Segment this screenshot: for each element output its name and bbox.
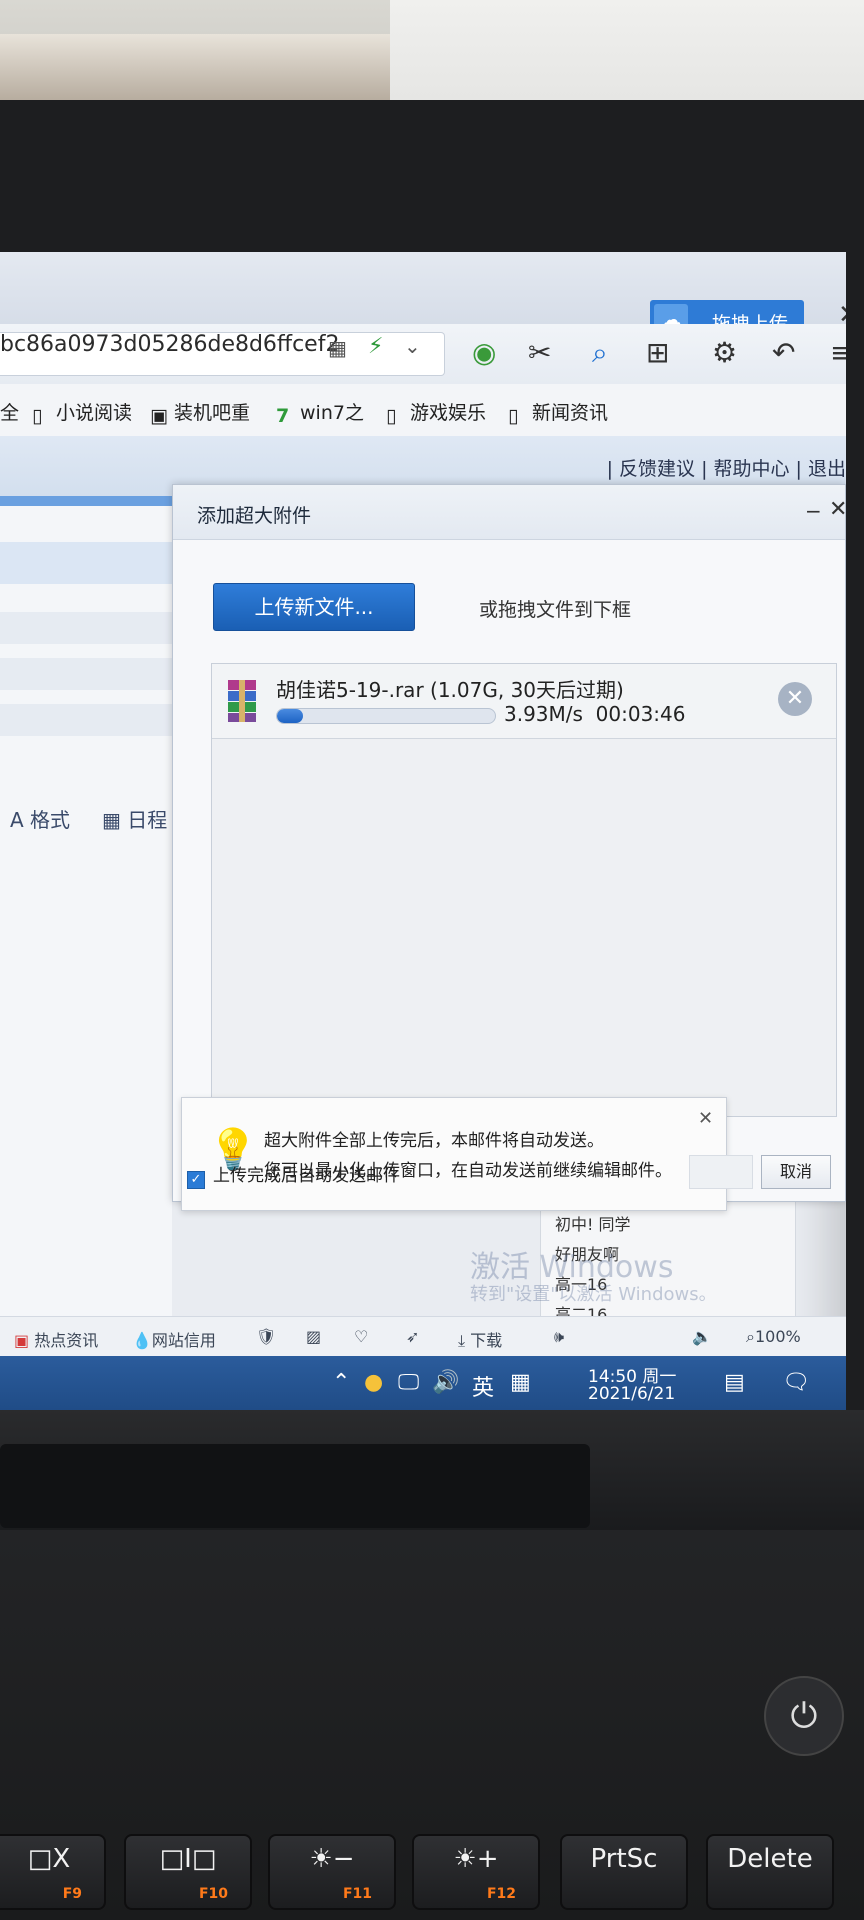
- network-icon[interactable]: 🖵: [398, 1370, 419, 1395]
- gear-icon[interactable]: ⚙: [712, 336, 737, 369]
- key-f11[interactable]: ☀− F11: [268, 1834, 396, 1910]
- bookmark-games[interactable]: ▯ 游戏娱乐: [386, 398, 486, 427]
- info-tooltip: 💡 ✕ 超大附件全部上传完后，本邮件将自动发送。 您可以最小化上传窗口，在自动发…: [181, 1097, 727, 1211]
- laptop-hinge: [0, 1410, 864, 1530]
- large-attachment-dialog: 添加超大附件 − ✕ 上传新文件... 或拖拽文件到下框 胡佳诺5-19-.ra…: [172, 484, 846, 1211]
- seven-icon: 7: [276, 405, 290, 427]
- file-row: 胡佳诺5-19-.rar (1.07G, 30天后过期) 3.93M/s 00:…: [212, 664, 836, 739]
- power-button-icon[interactable]: ⏻: [764, 1676, 844, 1756]
- volume-icon[interactable]: 🔈: [692, 1327, 712, 1346]
- page-icon: ▯: [508, 405, 519, 427]
- progress-fill: [277, 709, 304, 723]
- notes-icon[interactable]: ▤: [724, 1370, 745, 1395]
- schedule-button[interactable]: ▦ 日程: [102, 804, 167, 833]
- browser-statusbar: ▣ 热点资讯 💧网站信用 🛡 ▨ ♡ ➶ ⤓ 下载 🕪 🔈 ⌕100%: [0, 1316, 846, 1357]
- undo-icon[interactable]: ↶: [772, 336, 795, 369]
- page-icon: ▯: [386, 405, 397, 427]
- download-link[interactable]: ⤓ 下载: [458, 1327, 502, 1351]
- tip-line-1: 超大附件全部上传完后，本邮件将自动发送。: [264, 1131, 604, 1151]
- dialog-header: 添加超大附件 − ✕: [173, 485, 846, 540]
- header-links[interactable]: | 反馈建议 | 帮助中心 | 退出: [607, 454, 846, 481]
- background-wall: [0, 0, 864, 120]
- pane-row[interactable]: [0, 658, 172, 690]
- clock-date[interactable]: 2021/6/21: [588, 1384, 675, 1404]
- upload-progress-bar: [276, 708, 496, 724]
- page-icon: ▯: [32, 405, 43, 427]
- qr-code-icon[interactable]: ▦: [328, 336, 347, 360]
- key-f10[interactable]: □I□ F10: [124, 1834, 252, 1910]
- news-icon: ▣: [14, 1331, 35, 1350]
- laptop-screen: ☁ 拖拽上传 ✕ bc86a0973d05286de8d6ffcef2 ▦ ⚡ …: [0, 252, 846, 1414]
- lightning-icon[interactable]: ⚡: [368, 334, 383, 359]
- pane-row[interactable]: [0, 542, 172, 584]
- cancel-button[interactable]: 取消: [761, 1155, 831, 1189]
- notification-icon[interactable]: 🗨: [782, 1370, 810, 1395]
- url-text[interactable]: bc86a0973d05286de8d6ffcef2: [0, 332, 339, 357]
- bookmark-novel[interactable]: ▯ 小说阅读: [32, 398, 132, 427]
- auto-send-option[interactable]: ✓ 上传完成后自动发送邮件: [187, 1161, 400, 1189]
- heart-icon[interactable]: ♡: [354, 1327, 368, 1346]
- bookmark-news[interactable]: ▯ 新闻资讯: [508, 398, 608, 427]
- chevron-down-icon[interactable]: ⌄: [404, 334, 421, 358]
- image-icon[interactable]: ▨: [306, 1327, 321, 1346]
- mail-left-pane: [0, 496, 172, 1376]
- tip-close-icon[interactable]: ✕: [698, 1108, 713, 1129]
- grid-icon[interactable]: ⊞: [646, 336, 669, 369]
- volume-icon[interactable]: 🔊: [432, 1370, 459, 1395]
- upload-new-file-button[interactable]: 上传新文件...: [213, 583, 415, 631]
- bookmark-win7[interactable]: 7 win7之: [276, 398, 364, 427]
- archive-icon: [228, 680, 256, 722]
- keyboard-icon[interactable]: ▦: [510, 1370, 531, 1395]
- auto-send-checkbox[interactable]: ✓: [187, 1171, 205, 1189]
- file-drop-area[interactable]: 胡佳诺5-19-.rar (1.07G, 30天后过期) 3.93M/s 00:…: [211, 663, 837, 1117]
- calendar-icon: ▦: [102, 808, 128, 832]
- tray-expand-icon[interactable]: ⌃: [332, 1370, 350, 1395]
- scissors-icon[interactable]: ✂: [528, 336, 551, 369]
- zoom-level[interactable]: ⌕100%: [746, 1327, 801, 1347]
- dialog-title: 添加超大附件: [197, 505, 312, 527]
- bookmark-all[interactable]: 全: [0, 398, 19, 425]
- shield-icon[interactable]: 🛡: [256, 1327, 276, 1346]
- app-icon[interactable]: ◉: [472, 336, 496, 369]
- key-f12[interactable]: ☀+ F12: [412, 1834, 540, 1910]
- close-icon[interactable]: ✕: [829, 497, 846, 522]
- windows-watermark-sub: 转到"设置"以激活 Windows。: [470, 1284, 717, 1305]
- app-icon: ▣: [150, 405, 168, 427]
- font-icon: A: [10, 808, 31, 832]
- ime-indicator[interactable]: 英: [472, 1370, 494, 1402]
- menu-icon[interactable]: ≡: [830, 336, 846, 369]
- address-bar-row: bc86a0973d05286de8d6ffcef2 ▦ ⚡ ⌄ ◉ ✂ ⌕ ⊞…: [0, 324, 846, 384]
- key-prtsc[interactable]: PrtSc: [560, 1834, 688, 1910]
- speaker-icon[interactable]: 🕪: [554, 1327, 564, 1347]
- hot-news-link[interactable]: ▣ 热点资讯: [14, 1327, 98, 1351]
- site-credit-link[interactable]: 💧网站信用: [132, 1327, 216, 1351]
- pane-accent: [0, 496, 172, 506]
- disabled-button: [689, 1155, 753, 1189]
- format-button[interactable]: A 格式: [10, 804, 70, 833]
- zoom-icon: ⌕: [746, 1327, 755, 1346]
- hinge-cover: [0, 1444, 590, 1528]
- pane-row[interactable]: [0, 704, 172, 736]
- download-icon: ⤓: [458, 1331, 471, 1350]
- drag-hint: 或拖拽文件到下框: [479, 599, 632, 621]
- drop-icon: 💧: [132, 1331, 152, 1350]
- key-delete[interactable]: Delete: [706, 1834, 834, 1910]
- minimize-icon[interactable]: −: [805, 499, 822, 523]
- rocket-icon[interactable]: ➶: [406, 1327, 419, 1346]
- bookmark-install[interactable]: ▣ 装机吧重: [150, 398, 250, 427]
- key-f9[interactable]: □X F9: [0, 1834, 106, 1910]
- windows-taskbar: ⌃ ● 🖵 🔊 英 ▦ 14:50 周一 2021/6/21 ▤ 🗨: [0, 1356, 846, 1414]
- tray-app-icon[interactable]: ●: [364, 1370, 383, 1395]
- paper-sheet: [0, 34, 390, 106]
- bookmarks-bar: 全 ▯ 小说阅读 ▣ 装机吧重 7 win7之 ▯ 游戏娱乐 ▯ 新闻资讯: [0, 384, 846, 437]
- auto-send-label: 上传完成后自动发送邮件: [213, 1166, 400, 1186]
- upload-speed: 3.93M/s 00:03:46: [504, 702, 686, 726]
- remove-file-icon[interactable]: ✕: [778, 682, 812, 716]
- pane-row[interactable]: [0, 612, 172, 644]
- search-icon[interactable]: ⌕: [592, 336, 608, 370]
- file-name: 胡佳诺5-19-.rar (1.07G, 30天后过期): [276, 678, 624, 702]
- list-item[interactable]: 初中! 同学: [555, 1211, 631, 1235]
